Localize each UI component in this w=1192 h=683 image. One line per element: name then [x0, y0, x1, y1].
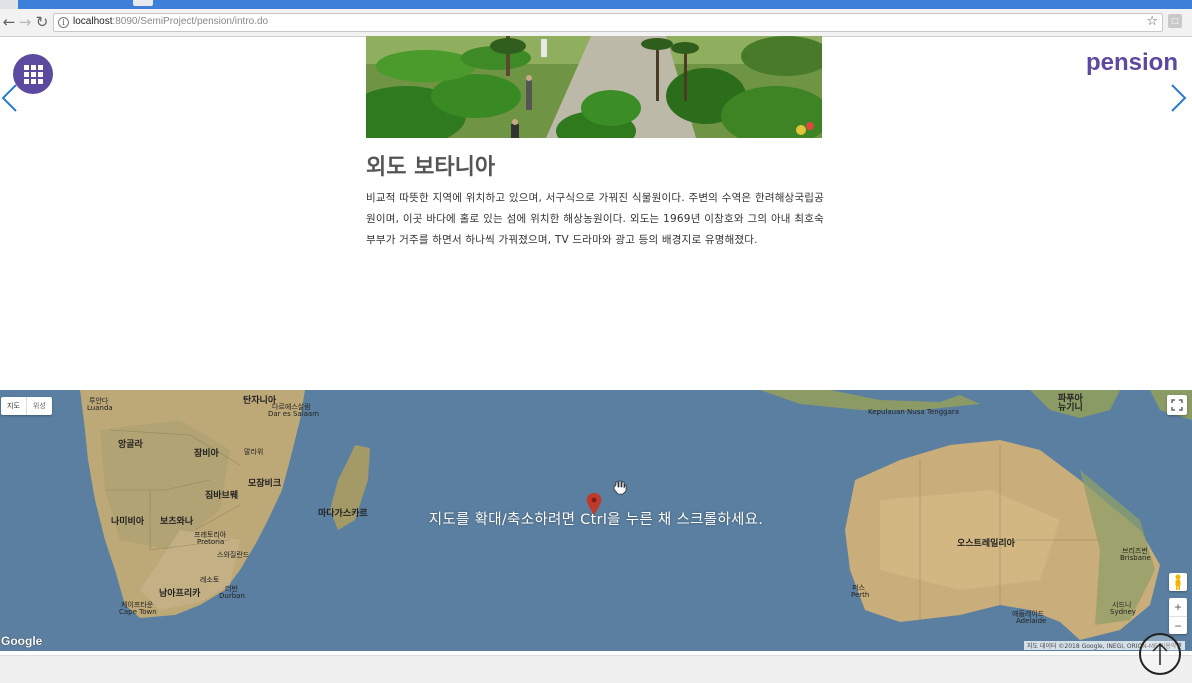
map-label: 말라위 [244, 448, 264, 456]
map-label: Perth [851, 591, 870, 599]
window-menu-icon[interactable] [0, 0, 18, 9]
map-label: 뉴기니 [1058, 403, 1083, 413]
attraction-title: 외도 보타니아 [366, 155, 496, 180]
zoom-out-button[interactable]: − [1169, 616, 1187, 635]
zoom-in-button[interactable]: + [1169, 598, 1187, 616]
bookmark-star-icon[interactable]: ☆ [1146, 14, 1158, 29]
map-label: 모잠비크 [248, 479, 282, 489]
browser-toolbar: ← → ↻ i localhost:8090/SemiProject/pensi… [0, 9, 1192, 37]
map-label: Kepulauan Nusa Tenggara [868, 408, 960, 416]
map-label: Dar es Salaam [268, 410, 320, 418]
street-view-pegman-icon[interactable] [1169, 573, 1187, 591]
map-type-map-button[interactable]: 지도 [1, 397, 26, 415]
map-label: 레소토 [200, 576, 220, 584]
map-type-satellite-button[interactable]: 위성 [25, 397, 52, 415]
map-label: 앙골라 [118, 440, 143, 450]
new-tab-button[interactable] [133, 0, 153, 6]
google-logo[interactable]: Google [1, 634, 42, 648]
chevron-right-icon[interactable] [1170, 83, 1188, 113]
map-type-control[interactable]: 지도 위성 [1, 397, 52, 415]
attraction-description: 비교적 따뜻한 지역에 위치하고 있으며, 서구식으로 가꿔진 식물원이다. 주… [366, 192, 824, 246]
arrow-up-icon [1152, 642, 1168, 665]
menu-grid-button[interactable] [13, 54, 53, 94]
map-label: 스와질란드 [217, 551, 250, 559]
map-label: Luanda [87, 404, 113, 412]
reload-icon[interactable]: ↻ [32, 12, 52, 32]
site-info-icon[interactable]: i [58, 17, 69, 28]
map-label: 잠비아 [194, 449, 219, 459]
fullscreen-icon[interactable] [1167, 395, 1187, 415]
zoom-control[interactable]: + − [1169, 598, 1187, 634]
map-label: Durban [219, 592, 245, 600]
map-label: Sydney [1110, 608, 1136, 616]
map-scroll-hint: 지도를 확대/축소하려면 Ctrl을 누른 채 스크롤하세요. [428, 512, 764, 528]
attraction-photo [366, 36, 822, 138]
map-label: Cape Town [119, 608, 157, 616]
browser-titlebar [0, 0, 1192, 9]
address-bar[interactable]: i localhost:8090/SemiProject/pension/int… [53, 13, 1163, 32]
map-label: 남아프리카 [159, 589, 201, 599]
scroll-to-top-button[interactable] [1139, 633, 1181, 675]
chevron-left-icon[interactable] [0, 83, 18, 113]
url-text: localhost:8090/SemiProject/pension/intro… [73, 16, 269, 27]
site-logo[interactable]: pension [1086, 49, 1178, 77]
google-map[interactable]: 지도 위성 + − 루안다 Luanda 탄자니아 다르에스살람 Dar es … [0, 390, 1192, 651]
extension-icon[interactable]: □ [1168, 14, 1182, 28]
map-label: Pretoria [197, 538, 225, 546]
map-label: Adelaide [1016, 617, 1047, 625]
map-label: 오스트레일리아 [957, 539, 1015, 549]
page-footer-strip [0, 655, 1192, 683]
map-label: Brisbane [1120, 554, 1151, 562]
map-label: 짐바브웨 [205, 491, 239, 501]
